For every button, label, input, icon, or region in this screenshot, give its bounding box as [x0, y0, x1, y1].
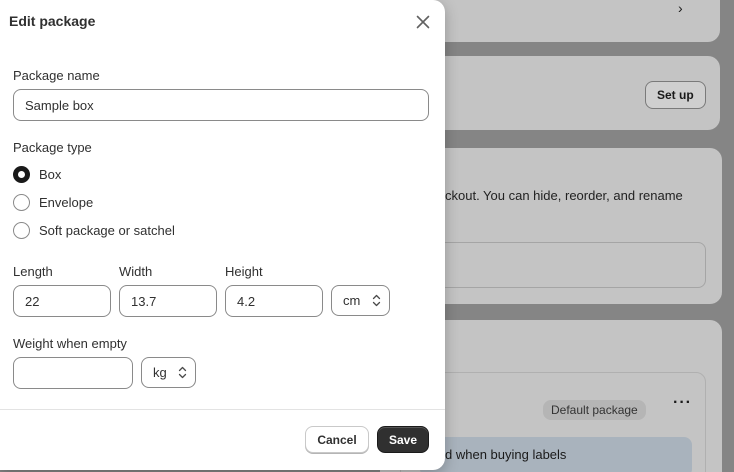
- radio-button[interactable]: [13, 222, 30, 239]
- weight-input[interactable]: [13, 357, 133, 389]
- select-caret-icon: [372, 294, 381, 307]
- package-type-label: Package type: [13, 140, 92, 155]
- cancel-button[interactable]: Cancel: [305, 426, 369, 453]
- background-info-text: ckout. You can hide, reorder, and rename: [445, 188, 683, 203]
- radio-label: Envelope: [39, 195, 94, 210]
- radio-button-checked[interactable]: [13, 166, 30, 183]
- background-input-box: [430, 242, 706, 288]
- default-package-badge: Default package: [543, 400, 646, 420]
- radio-label: Box: [39, 167, 62, 182]
- length-input[interactable]: [13, 285, 111, 317]
- dimension-unit-select[interactable]: cm: [331, 285, 390, 316]
- weight-unit-value: kg: [153, 365, 167, 380]
- footer-divider: [0, 409, 445, 410]
- width-label: Width: [119, 264, 153, 279]
- select-caret-icon: [178, 366, 187, 379]
- close-icon: [416, 15, 430, 29]
- width-input[interactable]: [119, 285, 217, 317]
- length-label: Length: [13, 264, 53, 279]
- radio-option-soft-package[interactable]: Soft package or satchel: [13, 222, 175, 239]
- setup-button[interactable]: Set up: [645, 81, 706, 109]
- edit-package-modal: Edit package Package name Package type B…: [0, 0, 445, 470]
- package-name-input[interactable]: [13, 89, 429, 121]
- dimension-unit-value: cm: [343, 293, 361, 308]
- radio-label: Soft package or satchel: [39, 223, 175, 238]
- save-button[interactable]: Save: [377, 426, 429, 453]
- background-banner-text: d when buying labels: [445, 447, 567, 462]
- radio-button[interactable]: [13, 194, 30, 211]
- chevron-right-icon: ›: [678, 0, 683, 16]
- height-input[interactable]: [225, 285, 323, 317]
- weight-unit-select[interactable]: kg: [141, 357, 196, 388]
- modal-title: Edit package: [9, 13, 96, 29]
- close-button[interactable]: [413, 12, 433, 32]
- weight-label: Weight when empty: [13, 336, 127, 351]
- package-name-label: Package name: [13, 68, 100, 83]
- radio-option-box[interactable]: Box: [13, 166, 61, 183]
- radio-option-envelope[interactable]: Envelope: [13, 194, 93, 211]
- height-label: Height: [225, 264, 263, 279]
- more-horizontal-icon[interactable]: ···: [673, 394, 692, 412]
